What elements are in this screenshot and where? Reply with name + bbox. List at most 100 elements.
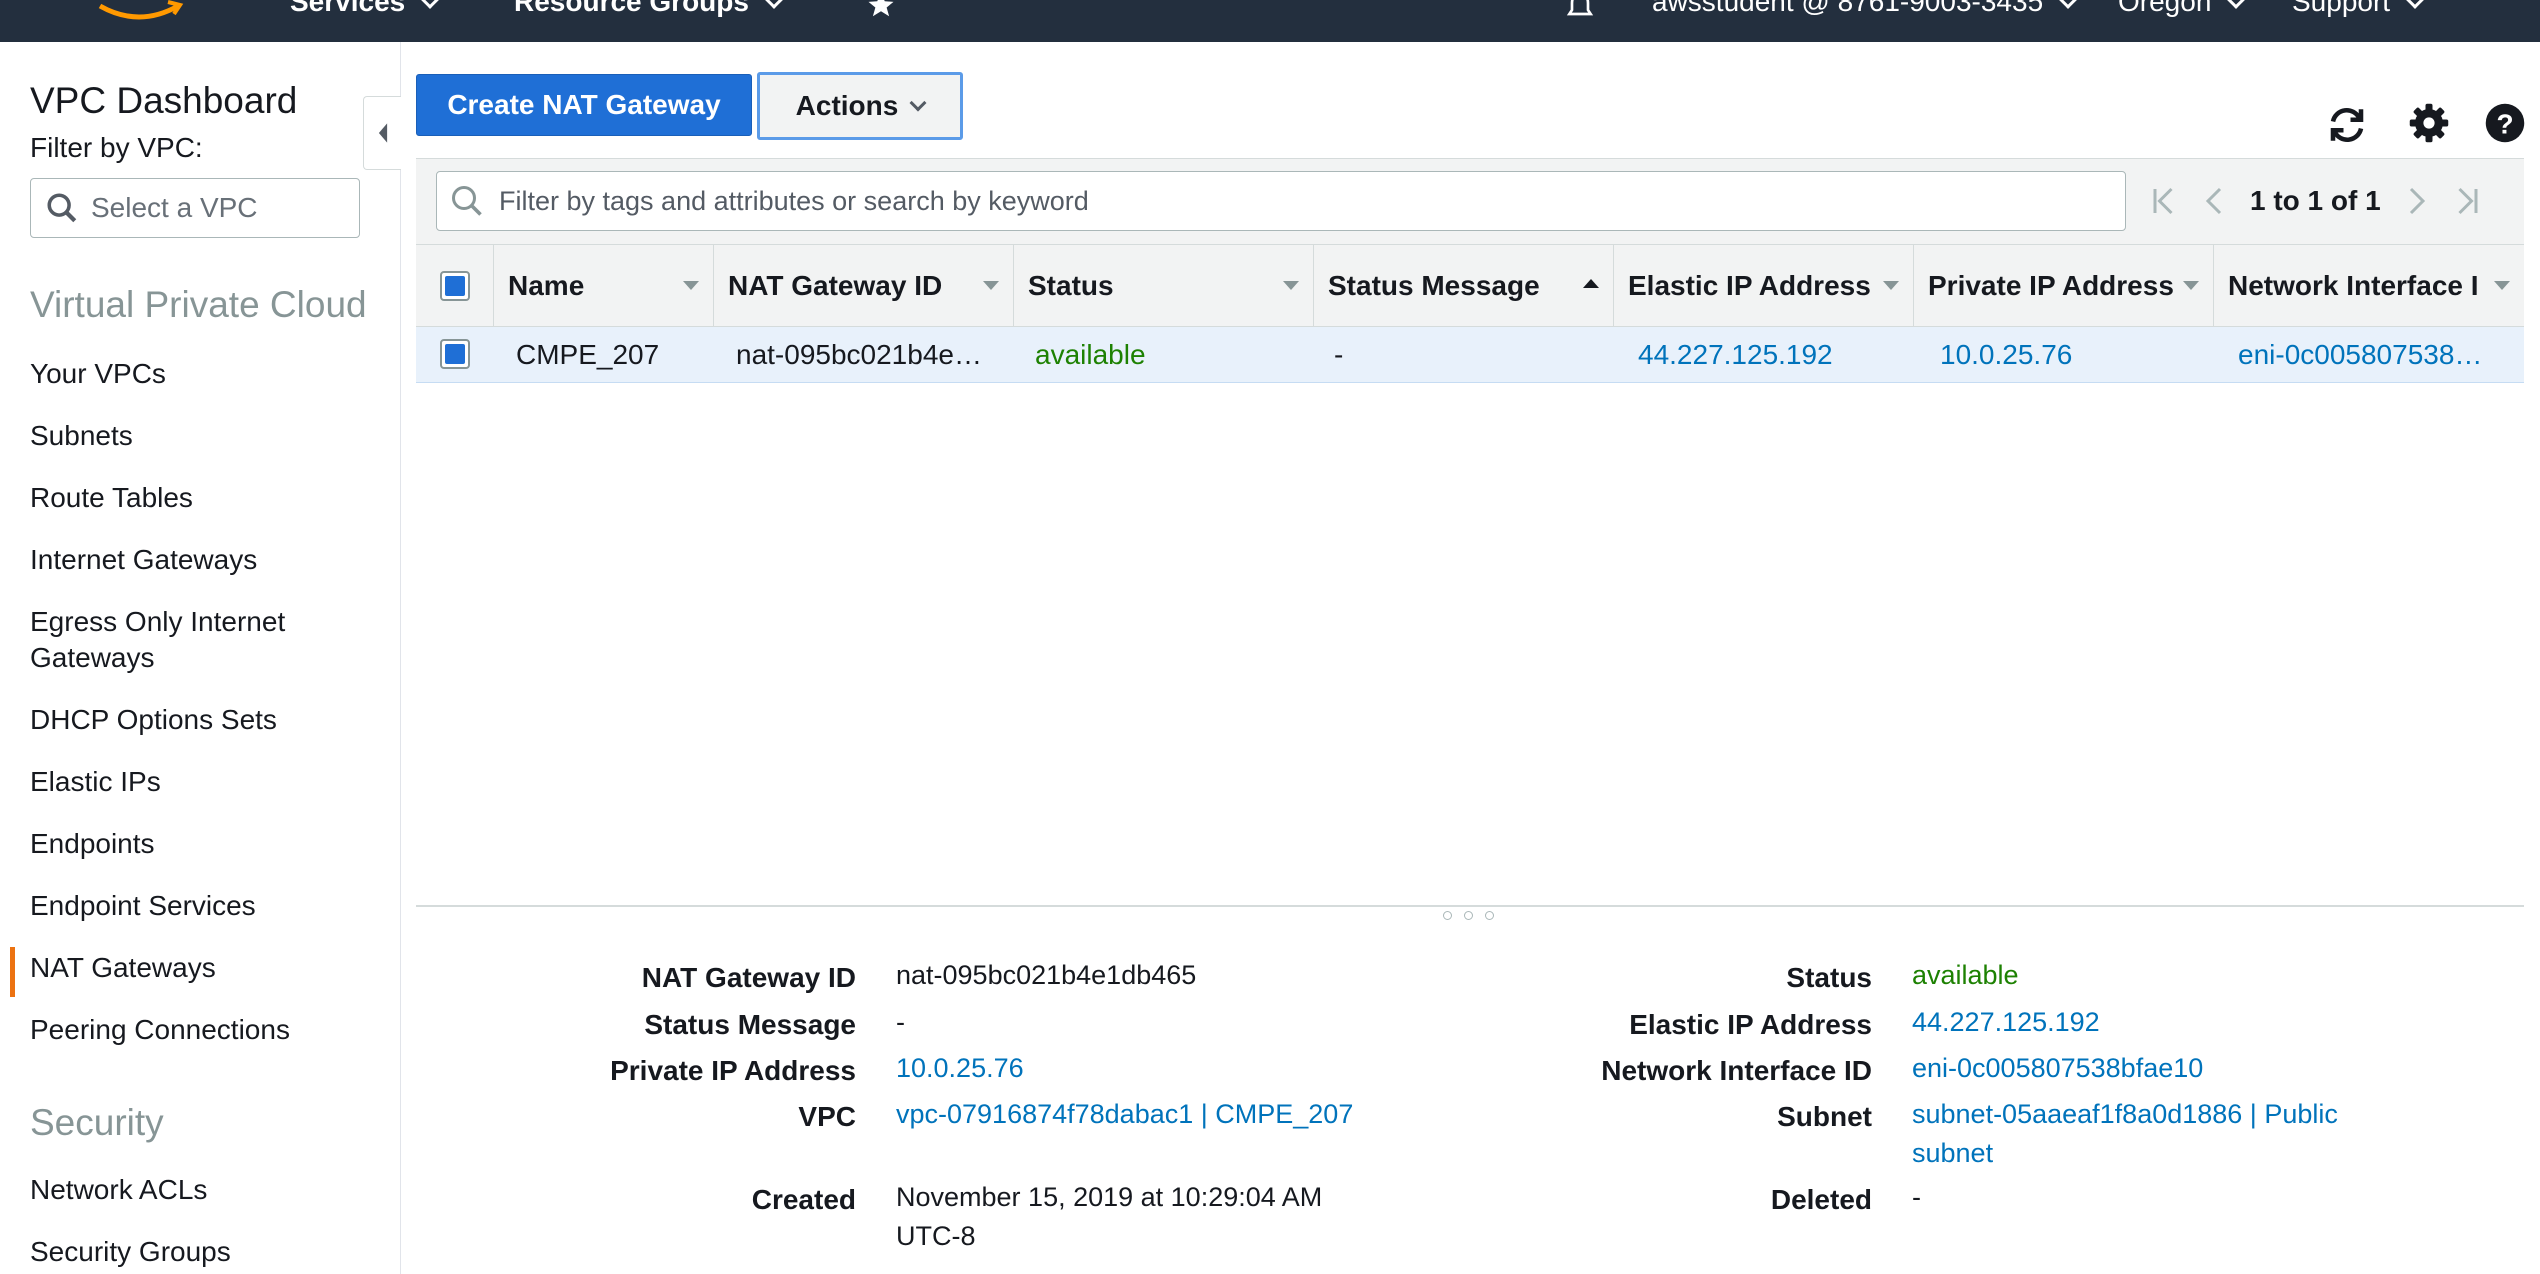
collapse-sidebar-button[interactable] — [363, 96, 401, 170]
active-item-indicator — [10, 947, 15, 997]
sidebar-item-endpoint-services[interactable]: Endpoint Services — [30, 888, 370, 924]
detail-label-nat-gateway-id: NAT Gateway ID — [641, 962, 856, 993]
column-label-status-message: Status Message — [1328, 270, 1540, 301]
sidebar-item-network-acls[interactable]: Network ACLs — [30, 1172, 370, 1208]
column-header-private-ip[interactable]: Private IP Address — [1914, 245, 2214, 327]
section-virtual-private-cloud: Virtual Private Cloud — [30, 284, 367, 325]
row-select-checkbox[interactable] — [440, 339, 470, 369]
detail-label-status: Status — [1786, 962, 1872, 993]
sidebar-item-route-tables[interactable]: Route Tables — [30, 480, 370, 516]
refresh-icon[interactable] — [2326, 104, 2368, 146]
detail-value-deleted: - — [1912, 1182, 1921, 1212]
column-header-status-message[interactable]: Status Message — [1314, 245, 1614, 327]
table-header: Name NAT Gateway ID Status Status Messag… — [416, 245, 2524, 327]
notification-bell-icon[interactable] — [1562, 0, 1598, 22]
column-label-status: Status — [1028, 270, 1114, 301]
sort-icon — [683, 281, 699, 290]
table-row[interactable]: CMPE_207 nat-095bc021b4e… available - 44… — [416, 327, 2524, 383]
cell-name: CMPE_207 — [516, 339, 660, 370]
settings-gear-icon[interactable] — [2408, 102, 2450, 144]
sort-icon — [983, 281, 999, 290]
search-input[interactable]: Filter by tags and attributes or search … — [436, 171, 2126, 231]
actions-dropdown-button[interactable]: Actions — [757, 72, 963, 140]
filter-by-vpc-label: Filter by VPC: — [30, 132, 203, 163]
top-navigation-bar: Services Resource Groups awsstudent @ 87… — [0, 0, 2540, 42]
chevron-down-icon — [2405, 0, 2425, 9]
sidebar-item-dhcp-options-sets[interactable]: DHCP Options Sets — [30, 702, 370, 738]
detail-value-elastic-ip-link[interactable]: 44.227.125.192 — [1912, 1003, 2100, 1042]
detail-value-status: available — [1912, 960, 2019, 990]
sort-icon — [2183, 281, 2199, 290]
sort-icon — [2494, 281, 2510, 290]
column-header-status[interactable]: Status — [1014, 245, 1314, 327]
resource-groups-menu[interactable]: Resource Groups — [514, 0, 784, 18]
detail-value-subnet-link[interactable]: subnet-05aaeaf1f8a0d1886 | Public — [1912, 1095, 2338, 1134]
column-header-nat-gateway-id[interactable]: NAT Gateway ID — [714, 245, 1014, 327]
cell-private-ip-link[interactable]: 10.0.25.76 — [1940, 327, 2210, 383]
column-label-name: Name — [508, 270, 585, 301]
sort-ascending-icon — [1583, 279, 1599, 288]
column-header-name[interactable]: Name — [494, 245, 714, 327]
chevron-left-icon — [378, 123, 387, 143]
detail-value-vpc-link[interactable]: vpc-07916874f78dabac1 | CMPE_207 — [896, 1095, 1353, 1134]
panel-splitter[interactable] — [416, 905, 2524, 907]
region-menu[interactable]: Oregon — [2118, 0, 2247, 18]
support-menu[interactable]: Support — [2292, 0, 2425, 18]
svg-text:?: ? — [2496, 109, 2513, 140]
select-all-checkbox[interactable] — [440, 271, 470, 301]
account-menu[interactable]: awsstudent @ 8761-9003-3435 — [1652, 0, 2079, 18]
chevron-down-icon — [764, 0, 784, 9]
detail-label-network-interface-id: Network Interface ID — [1601, 1055, 1872, 1086]
nat-gateways-table: Filter by tags and attributes or search … — [416, 158, 2524, 903]
chevron-down-icon — [2058, 0, 2079, 9]
next-page-icon[interactable] — [2403, 184, 2431, 218]
support-label: Support — [2292, 0, 2391, 17]
sort-icon — [1283, 281, 1299, 290]
create-nat-gateway-button[interactable]: Create NAT Gateway — [416, 74, 752, 136]
detail-value-network-interface-link[interactable]: eni-0c005807538bfae10 — [1912, 1049, 2203, 1088]
column-label-network-interface: Network Interface I — [2228, 270, 2479, 301]
sidebar-item-your-vpcs[interactable]: Your VPCs — [30, 356, 370, 392]
help-icon[interactable]: ? — [2484, 102, 2526, 144]
cell-elastic-ip-link[interactable]: 44.227.125.192 — [1638, 327, 1908, 383]
detail-value-subnet-link-continued[interactable]: subnet — [1912, 1134, 1993, 1173]
services-label: Services — [290, 0, 406, 17]
sidebar-item-egress-only-internet-gateways[interactable]: Egress Only Internet Gateways — [30, 604, 330, 676]
detail-label-subnet: Subnet — [1777, 1101, 1872, 1132]
sidebar-item-security-groups[interactable]: Security Groups — [30, 1234, 370, 1270]
search-placeholder: Filter by tags and attributes or search … — [499, 185, 1089, 216]
sidebar-title[interactable]: VPC Dashboard — [30, 80, 297, 122]
cell-network-interface-link[interactable]: eni-0c005807538… — [2238, 327, 2508, 383]
detail-value-created: November 15, 2019 at 10:29:04 AM — [896, 1182, 1323, 1212]
resize-grip-icon[interactable] — [1443, 911, 1494, 920]
detail-value-status-message: - — [896, 1007, 905, 1037]
sidebar-item-nat-gateways[interactable]: NAT Gateways — [30, 950, 370, 986]
cell-status-message: - — [1334, 339, 1344, 370]
region-label: Oregon — [2118, 0, 2212, 17]
sidebar-item-elastic-ips[interactable]: Elastic IPs — [30, 764, 370, 800]
sidebar: VPC Dashboard Filter by VPC: Select a VP… — [0, 42, 401, 1274]
pagination: 1 to 1 of 1 — [2150, 181, 2481, 221]
vpc-filter-select[interactable]: Select a VPC — [30, 178, 360, 238]
services-menu[interactable]: Services — [290, 0, 441, 18]
previous-page-icon[interactable] — [2200, 184, 2228, 218]
column-header-elastic-ip[interactable]: Elastic IP Address — [1614, 245, 1914, 327]
sidebar-item-endpoints[interactable]: Endpoints — [30, 826, 370, 862]
first-page-icon[interactable] — [2150, 184, 2178, 218]
detail-label-private-ip: Private IP Address — [610, 1055, 856, 1086]
column-label-elastic-ip: Elastic IP Address — [1628, 270, 1871, 301]
detail-value-private-ip-link[interactable]: 10.0.25.76 — [896, 1049, 1024, 1088]
column-label-private-ip: Private IP Address — [1928, 270, 2174, 301]
resource-groups-label: Resource Groups — [514, 0, 749, 17]
sort-icon — [1883, 281, 1899, 290]
detail-label-vpc: VPC — [798, 1101, 856, 1132]
detail-value-nat-gateway-id: nat-095bc021b4e1db465 — [896, 960, 1197, 990]
sidebar-item-subnets[interactable]: Subnets — [30, 418, 370, 454]
column-header-network-interface[interactable]: Network Interface I — [2214, 245, 2524, 327]
sidebar-item-internet-gateways[interactable]: Internet Gateways — [30, 542, 370, 578]
pin-star-icon[interactable] — [866, 0, 896, 20]
chevron-down-icon — [909, 94, 927, 112]
last-page-icon[interactable] — [2453, 184, 2481, 218]
aws-logo-icon[interactable] — [94, 0, 184, 30]
sidebar-item-peering-connections[interactable]: Peering Connections — [30, 1012, 370, 1048]
